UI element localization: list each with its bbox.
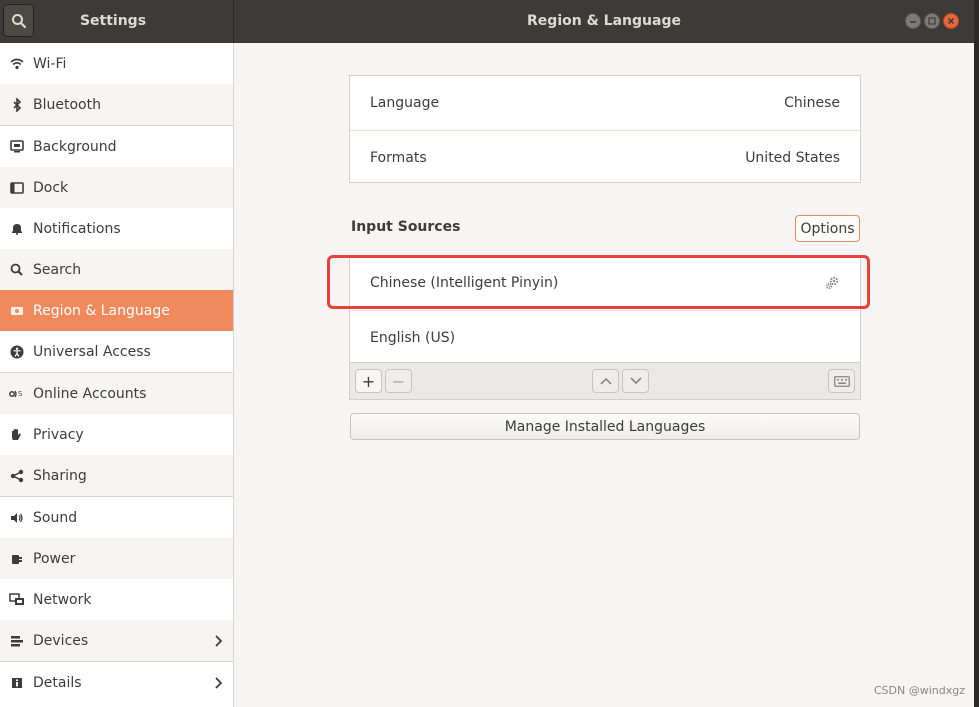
wifi-icon (0, 58, 33, 70)
sidebar-item-label: Privacy (33, 426, 84, 443)
search-icon (0, 263, 33, 276)
sidebar-item-notifications[interactable]: Notifications (0, 208, 233, 249)
sidebar-item-sharing[interactable]: Sharing (0, 455, 233, 496)
sidebar-item-bluetooth[interactable]: Bluetooth (0, 84, 233, 125)
remove-input-source-button[interactable]: − (385, 369, 412, 393)
sidebar-item-label: Power (33, 550, 76, 567)
sidebar-item-label: Region & Language (33, 302, 170, 319)
sidebar-item-privacy[interactable]: Privacy (0, 414, 233, 455)
language-label: Language (370, 95, 440, 111)
sidebar-item-network[interactable]: Network (0, 579, 233, 620)
sidebar-item-background[interactable]: Background (0, 126, 233, 167)
devices-icon (0, 634, 33, 648)
main-panel: Language Chinese Formats United States I… (234, 43, 974, 707)
input-source-label: English (US) (370, 329, 456, 346)
sidebar-item-details[interactable]: Details (0, 662, 233, 703)
chevron-down-icon (629, 377, 642, 385)
search-icon (11, 13, 26, 28)
hand-icon (0, 428, 33, 442)
sidebar-item-wifi[interactable]: Wi-Fi (0, 43, 233, 84)
sidebar-item-label: Details (33, 674, 82, 691)
speaker-icon (0, 512, 33, 524)
sidebar-item-label: Notifications (33, 220, 121, 237)
sidebar-item-label: Sharing (33, 467, 87, 484)
sidebar-item-dock[interactable]: Dock (0, 167, 233, 208)
sidebar-item-search[interactable]: Search (0, 249, 233, 290)
flag-icon (0, 305, 33, 317)
minimize-icon (910, 21, 916, 23)
formats-value: United States (745, 149, 840, 166)
svg-text:S: S (18, 390, 23, 398)
sidebar-item-online-accounts[interactable]: S Online Accounts (0, 373, 233, 414)
manage-installed-languages-button[interactable]: Manage Installed Languages (350, 413, 860, 440)
sidebar-item-label: Search (33, 261, 82, 278)
formats-row[interactable]: Formats United States (350, 131, 860, 184)
input-source-row[interactable]: English (US) (350, 311, 860, 364)
sidebar-item-label: Bluetooth (33, 96, 101, 113)
sidebar: Wi-Fi Bluetooth Background Dock Notifica… (0, 43, 234, 707)
language-row[interactable]: Language Chinese (350, 76, 860, 130)
chevron-right-icon (203, 676, 233, 689)
close-icon (947, 17, 955, 25)
input-sources-toolbar: + − (349, 363, 861, 400)
maximize-button[interactable] (924, 13, 940, 29)
sidebar-item-label: Network (33, 591, 92, 608)
keyboard-layout-button[interactable] (828, 369, 855, 393)
language-value: Chinese (784, 95, 840, 111)
add-input-source-button[interactable]: + (355, 369, 382, 393)
maximize-icon (928, 17, 936, 25)
sidebar-item-region-language[interactable]: Region & Language (0, 290, 233, 331)
background-icon (0, 140, 33, 153)
dock-icon (0, 181, 33, 194)
sidebar-item-universal-access[interactable]: Universal Access (0, 331, 233, 372)
settings-title: Settings (79, 13, 147, 29)
move-up-button[interactable] (592, 369, 619, 393)
options-button[interactable]: Options (795, 215, 860, 242)
sidebar-item-label: Background (33, 138, 117, 155)
share-icon (0, 469, 33, 483)
sidebar-item-label: Wi-Fi (33, 55, 67, 72)
power-icon (0, 552, 33, 566)
formats-label: Formats (370, 149, 427, 166)
sidebar-item-label: Devices (33, 632, 89, 649)
minimize-button[interactable] (905, 13, 921, 29)
sidebar-item-power[interactable]: Power (0, 538, 233, 579)
sidebar-item-label: Sound (33, 509, 78, 526)
accessibility-icon (0, 345, 33, 359)
bluetooth-icon (0, 97, 33, 112)
language-formats-card: Language Chinese Formats United States (349, 75, 861, 183)
window-controls (905, 13, 959, 29)
header-bar: Settings Region & Language (0, 0, 979, 43)
watermark: CSDN @windxgz (873, 684, 965, 697)
page-title: Region & Language (527, 13, 681, 29)
chevron-right-icon (203, 634, 233, 647)
sidebar-item-label: Dock (33, 179, 69, 196)
close-button[interactable] (943, 13, 959, 29)
keyboard-icon (833, 375, 850, 387)
bell-icon (0, 222, 33, 235)
info-icon (0, 677, 33, 689)
search-button[interactable] (3, 4, 34, 37)
sidebar-item-label: Online Accounts (33, 385, 147, 402)
move-down-button[interactable] (622, 369, 649, 393)
sidebar-item-sound[interactable]: Sound (0, 497, 233, 538)
highlight-annotation (327, 255, 870, 309)
window-edge (974, 0, 979, 707)
header-left: Settings (0, 0, 234, 43)
network-icon (0, 593, 33, 606)
sidebar-item-label: Universal Access (33, 343, 151, 360)
chevron-up-icon (599, 377, 612, 385)
input-sources-title: Input Sources (351, 219, 461, 235)
sidebar-item-devices[interactable]: Devices (0, 620, 233, 661)
online-accounts-icon: S (0, 388, 33, 400)
